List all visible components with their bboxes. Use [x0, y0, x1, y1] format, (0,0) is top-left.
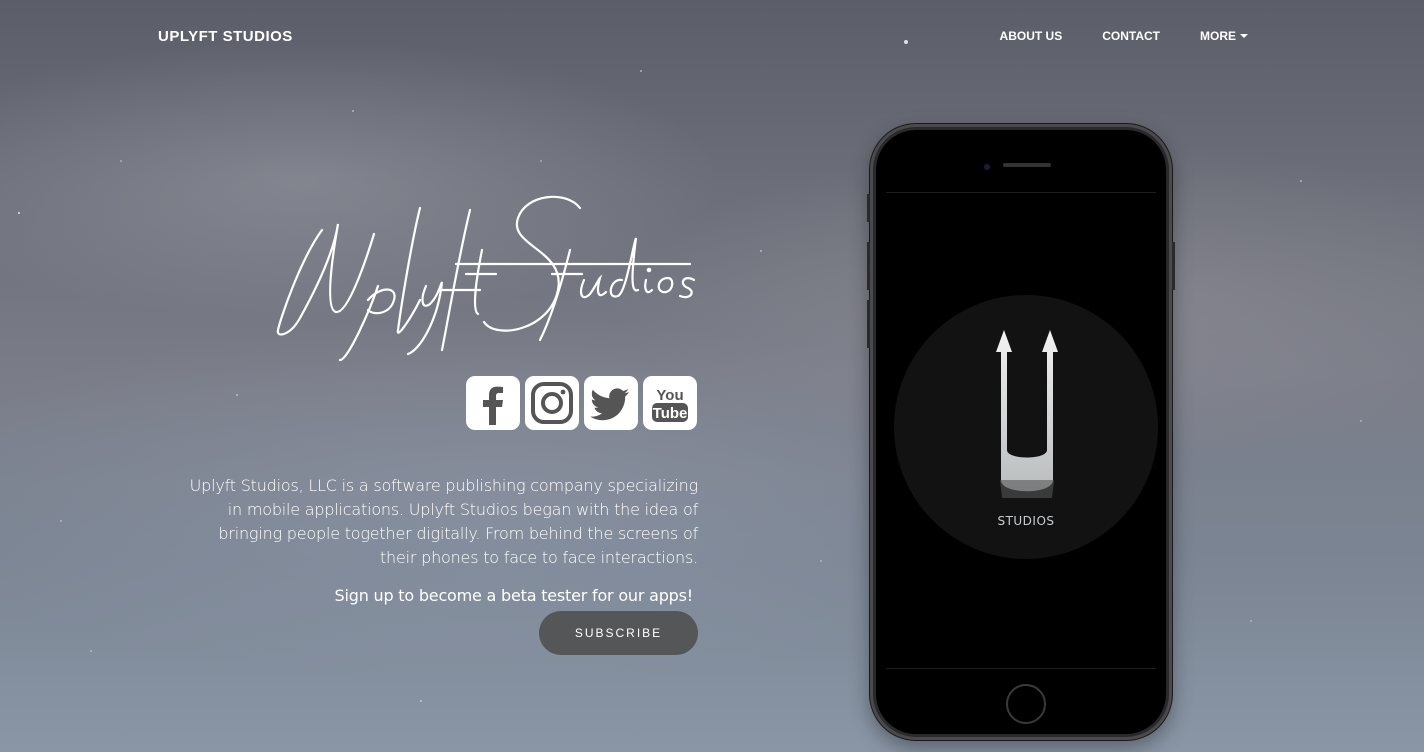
subscribe-button[interactable]: SUBSCRIBE — [539, 611, 698, 655]
phone-camera — [984, 164, 990, 170]
youtube-button[interactable]: You Tube — [643, 376, 697, 430]
youtube-icon: You Tube — [652, 387, 688, 422]
facebook-icon — [483, 386, 503, 425]
beta-signup-text: Sign up to become a beta tester for our … — [334, 586, 694, 605]
phone-screen-label: STUDIOS — [997, 514, 1055, 528]
facebook-button[interactable] — [466, 376, 520, 430]
nav-contact[interactable]: CONTACT — [1102, 29, 1160, 43]
app-logo-circle: STUDIOS — [894, 295, 1158, 559]
script-logo — [270, 190, 700, 370]
star-field — [0, 0, 1424, 752]
svg-text:Tube: Tube — [653, 405, 688, 422]
phone-home-button — [1006, 684, 1046, 724]
nav-more-dropdown[interactable]: MORE — [1200, 29, 1248, 43]
nav-links: ABOUT US CONTACT MORE — [1000, 29, 1248, 43]
social-links: You Tube — [466, 376, 697, 430]
phone-power-button — [1172, 242, 1175, 290]
phone-speaker — [1003, 163, 1051, 167]
uplyft-u-logo-icon — [996, 330, 1058, 498]
top-navbar: UPLYFT STUDIOS ABOUT US CONTACT MORE — [0, 0, 1424, 74]
script-logo-graphic — [276, 195, 696, 362]
caret-down-icon — [1240, 34, 1248, 38]
phone-volume-up — [867, 242, 870, 290]
instagram-icon — [531, 382, 573, 424]
phone-volume-down — [867, 300, 870, 348]
twitter-button[interactable] — [584, 376, 638, 430]
phone-screen: STUDIOS — [886, 192, 1158, 669]
nav-more-label: MORE — [1200, 29, 1236, 43]
about-paragraph: Uplyft Studios, LLC is a software publis… — [189, 476, 699, 567]
svg-text:You: You — [656, 387, 683, 404]
instagram-button[interactable] — [525, 376, 579, 430]
twitter-icon — [590, 388, 629, 421]
brand-link[interactable]: UPLYFT STUDIOS — [158, 28, 293, 45]
phone-mockup: STUDIOS — [867, 124, 1175, 740]
phone-mute-switch — [867, 194, 870, 222]
phone-body: STUDIOS — [876, 130, 1166, 734]
nav-about-us[interactable]: ABOUT US — [1000, 29, 1063, 43]
